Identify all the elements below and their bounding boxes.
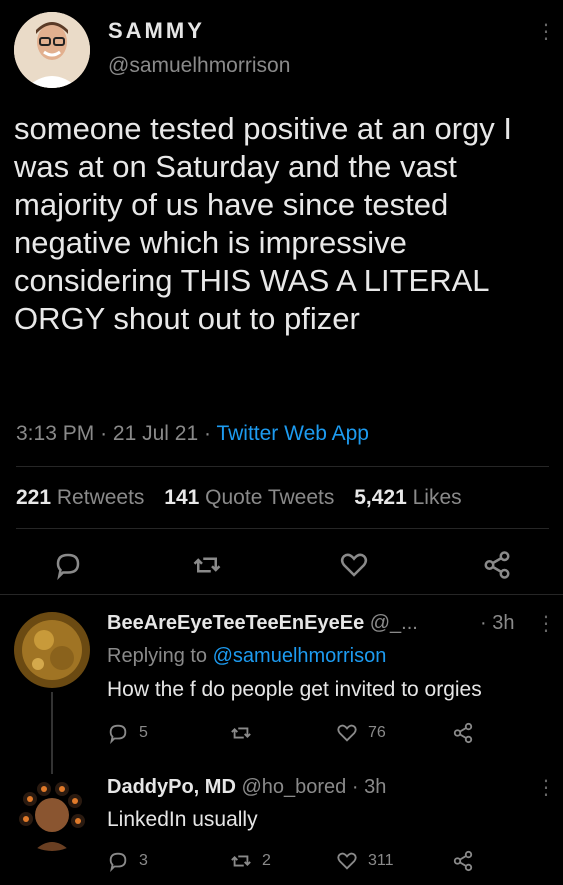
reply-author-avatar[interactable]: [14, 612, 90, 688]
retweet-count: 2: [262, 852, 271, 869]
author-handle[interactable]: @samuelhmorrison: [108, 54, 290, 78]
author-avatar[interactable]: [14, 12, 90, 88]
reply-author-name[interactable]: DaddyPo, MD @ho_bored · 3h: [107, 776, 386, 799]
reply-retweet-action[interactable]: 2: [230, 850, 271, 872]
reply-time: · 3h: [351, 776, 387, 798]
retweet-icon[interactable]: [192, 550, 222, 580]
more-vertical-icon[interactable]: ⋮: [536, 614, 556, 634]
reply-share-action[interactable]: [452, 722, 474, 744]
reply-author-handle[interactable]: @ho_bored: [241, 776, 346, 798]
comment-icon[interactable]: [53, 550, 83, 581]
thread-line: [51, 692, 53, 774]
share-icon: [453, 850, 473, 872]
reply-text: How the f do people get invited to orgie…: [107, 678, 482, 701]
more-vertical-icon[interactable]: ⋮: [536, 778, 556, 798]
reply-author-avatar[interactable]: [14, 775, 90, 851]
tweet-text: someone tested positive at an orgy I was…: [14, 111, 513, 336]
meta-separator: ·: [203, 422, 211, 445]
comment-icon: [109, 852, 127, 872]
tweet-stats: 221 Retweets 141 Quote Tweets 5,421 Like…: [16, 486, 462, 510]
reply-count: 5: [139, 724, 148, 741]
heart-icon: [337, 852, 357, 870]
retweet-icon: [231, 855, 251, 867]
divider: [0, 594, 563, 595]
reply-reply-action[interactable]: 3: [107, 850, 148, 872]
reply-like-action[interactable]: 311: [336, 850, 394, 872]
likes-stat[interactable]: 5,421 Likes: [354, 486, 461, 509]
reply-reply-action[interactable]: 5: [107, 722, 148, 744]
like-count: 311: [368, 852, 394, 869]
retweets-stat[interactable]: 221 Retweets: [16, 486, 144, 509]
heart-icon[interactable]: [339, 550, 369, 580]
reply-share-action[interactable]: [452, 850, 474, 872]
author-display-name[interactable]: SAMMY: [108, 18, 205, 44]
reply-author-name[interactable]: BeeAreEyeTeeTeeEnEyeEe @_...: [107, 612, 418, 635]
like-count: 76: [368, 724, 386, 741]
reply-time: · 3h: [480, 612, 515, 634]
tweet-time: 3:13 PM: [16, 422, 95, 445]
tweet-source-link[interactable]: Twitter Web App: [216, 422, 369, 445]
divider: [16, 466, 549, 467]
meta-separator: ·: [100, 422, 108, 445]
share-icon[interactable]: [482, 550, 512, 580]
comment-icon: [109, 724, 127, 744]
reply-author-handle[interactable]: @_...: [370, 612, 418, 634]
replying-to-mention[interactable]: @samuelhmorrison: [213, 645, 387, 667]
replying-to: Replying to @samuelhmorrison: [107, 645, 387, 667]
share-icon: [453, 722, 473, 744]
quote-tweets-stat[interactable]: 141 Quote Tweets: [164, 486, 334, 509]
tweet-date: 21 Jul 21: [112, 422, 199, 445]
reply-count: 3: [139, 852, 148, 869]
heart-icon: [337, 724, 357, 742]
tweet-meta: 3:13 PM · 21 Jul 21 · Twitter Web App: [16, 422, 369, 446]
divider: [16, 528, 549, 529]
reply-text: LinkedIn usually: [107, 808, 258, 831]
reply-retweet-action[interactable]: [230, 722, 262, 744]
more-vertical-icon[interactable]: ⋮: [536, 22, 556, 42]
retweet-icon: [231, 727, 251, 739]
reply-like-action[interactable]: 76: [336, 722, 386, 744]
